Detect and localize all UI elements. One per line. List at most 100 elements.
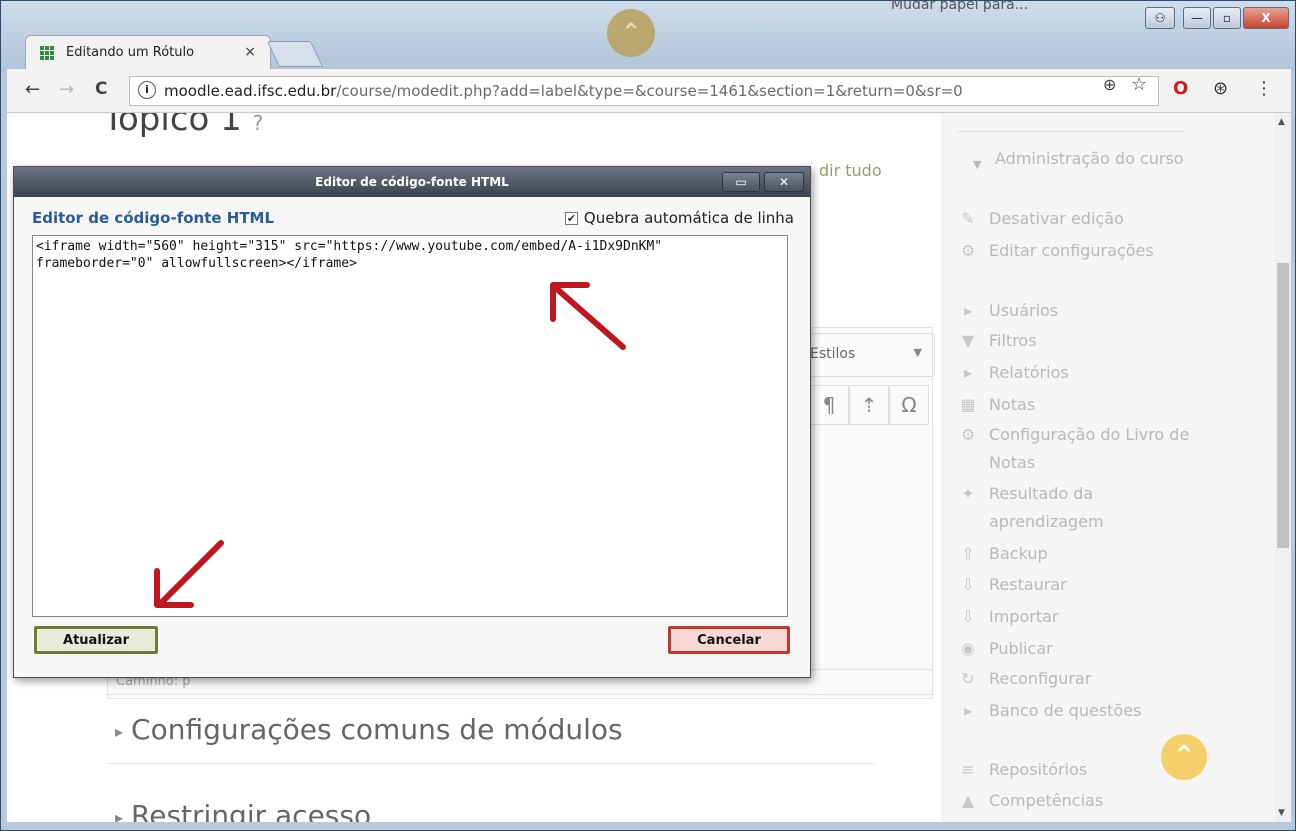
- sidebar-item-icon: ▼: [961, 331, 975, 350]
- admin-sidebar: ▼ Administração do curso ✎ Desativar ediçã…: [941, 113, 1275, 822]
- browser-titlebar: Mudar papel para... Editando um Rótulo ×…: [1, 0, 1295, 71]
- sidebar-item[interactable]: ▸ Usuários: [964, 297, 1209, 325]
- editor-toolbar-icons: ¶ ⇡ Ω: [809, 385, 929, 425]
- dialog-close-button[interactable]: ✕: [764, 172, 804, 192]
- word-wrap-toggle[interactable]: ✔ Quebra automática de linha: [564, 209, 794, 227]
- window-minimize-button[interactable]: —: [1183, 7, 1211, 29]
- sidebar-item-icon: ⚙: [960, 241, 976, 260]
- window-user-icon[interactable]: ⚇: [1145, 7, 1175, 29]
- sidebar-item-icon: ▸: [963, 701, 973, 720]
- page-scrollbar[interactable]: ▲ ▼: [1275, 113, 1291, 822]
- sidebar-item-icon: ▸: [963, 363, 973, 382]
- site-info-icon[interactable]: i: [138, 81, 156, 99]
- word-wrap-label: Quebra automática de linha: [583, 209, 794, 227]
- opera-icon[interactable]: O: [1173, 78, 1188, 99]
- sidebar-item[interactable]: ▦ Notas: [960, 391, 1209, 419]
- sidebar-item-label: Publicar: [989, 639, 1053, 658]
- dialog-heading: Editor de código-fonte HTML: [32, 209, 275, 227]
- sidebar-item-icon: ⇩: [961, 607, 975, 626]
- sidebar-item-label: Banco de questões: [989, 701, 1142, 720]
- collapse-arrow-icon: ▸: [115, 807, 124, 823]
- top-banner-partial: Mudar papel para...: [891, 0, 1029, 13]
- sidebar-item[interactable]: ⇩ Restaurar: [961, 571, 1209, 599]
- sidebar-item-icon: ◉: [961, 639, 975, 658]
- back-icon[interactable]: ←: [25, 79, 40, 100]
- sidebar-item-icon: ✦: [961, 484, 975, 503]
- annotation-arrow-update: [154, 540, 224, 608]
- styles-dropdown[interactable]: Estilos ▼: [799, 333, 935, 377]
- section-common-settings[interactable]: ▸ Configurações comuns de módulos: [115, 713, 623, 746]
- sidebar-item-label: Reconfigurar: [989, 669, 1092, 688]
- browser-toolbar: ← → C i moodle.ead.ifsc.edu.br/course/mo…: [7, 69, 1291, 113]
- dialog-titlebar: Editor de código-fonte HTML: [14, 167, 810, 197]
- styles-label: Estilos: [810, 346, 856, 362]
- update-button[interactable]: Atualizar: [34, 626, 158, 654]
- sidebar-header-course-admin[interactable]: ▼ Administração do curso: [965, 145, 1205, 173]
- scroll-to-top-button[interactable]: ⌃: [1161, 734, 1207, 780]
- sidebar-item[interactable]: ▲ Competências: [962, 787, 1209, 815]
- section-restrict-access[interactable]: ▸ Restringir acesso: [115, 799, 371, 822]
- sidebar-item-icon: ≡: [961, 760, 975, 779]
- sidebar-item-icon: ▦: [960, 395, 976, 414]
- sidebar-item[interactable]: ▸ Banco de questões: [964, 697, 1209, 725]
- sidebar-item[interactable]: ✎ Desativar edição: [961, 205, 1209, 233]
- sidebar-header-label: Administração do curso: [995, 149, 1184, 168]
- forward-icon[interactable]: →: [59, 79, 74, 100]
- cancel-button[interactable]: Cancelar: [668, 626, 790, 654]
- browser-menu-icon[interactable]: ⋮: [1255, 78, 1273, 99]
- collapse-arrow-icon: ▸: [115, 721, 124, 741]
- window-close-button[interactable]: X: [1243, 7, 1289, 29]
- sidebar-item-label: Repositórios: [989, 760, 1088, 779]
- chevron-down-icon: ▼: [973, 158, 982, 171]
- bookmark-star-icon[interactable]: ☆: [1131, 74, 1147, 95]
- annotation-arrow-code: [550, 282, 626, 350]
- sidebar-item-icon: ▲: [961, 791, 975, 810]
- tab-editando-rotulo[interactable]: Editando um Rótulo ×: [25, 35, 271, 69]
- address-bar[interactable]: i moodle.ead.ifsc.edu.br/course/modedit.…: [129, 76, 1159, 106]
- sidebar-item[interactable]: ⚙ Configuração do Livro de Notas: [961, 421, 1209, 477]
- sidebar-item[interactable]: ✦ Resultado da aprendizagem: [961, 480, 1209, 536]
- sidebar-item[interactable]: ◉ Publicar: [961, 635, 1209, 663]
- sidebar-item-label: Notas: [989, 395, 1036, 414]
- page-title: Tópico 1 ?: [103, 113, 263, 139]
- sidebar-item[interactable]: ↻ Reconfigurar: [961, 665, 1209, 693]
- sidebar-divider: [957, 131, 1183, 132]
- expand-all-link[interactable]: dir tudo: [819, 161, 882, 180]
- html-source-editor-dialog: Editor de código-fonte HTML ▭ ✕ Editor d…: [13, 166, 811, 678]
- sidebar-item[interactable]: ▸ Relatórios: [964, 359, 1209, 387]
- pilcrow-icon[interactable]: ¶: [809, 385, 849, 425]
- sidebar-item[interactable]: ▼ Filtros: [962, 327, 1209, 355]
- tab-close-icon[interactable]: ×: [244, 44, 256, 60]
- sidebar-item-label: Desativar edição: [989, 209, 1124, 228]
- new-tab-button[interactable]: [266, 41, 324, 67]
- sidebar-item[interactable]: ⇩ Importar: [961, 603, 1209, 631]
- sidebar-item-label: Editar configurações: [989, 241, 1154, 260]
- upload-icon[interactable]: ⇡: [849, 385, 889, 425]
- browser-window: Mudar papel para... Editando um Rótulo ×…: [0, 0, 1296, 831]
- sidebar-item[interactable]: ⚙ Editar configurações: [961, 237, 1209, 265]
- word-wrap-checkbox[interactable]: ✔: [564, 211, 578, 225]
- moodle-favicon-icon: [40, 46, 54, 60]
- url-host: moodle.ead.ifsc.edu.br: [164, 82, 337, 100]
- scroll-down-icon[interactable]: ▼: [1278, 808, 1285, 818]
- scroll-top-icon-bg: ⌃: [607, 9, 655, 57]
- url-path: /course/modedit.php?add=label&type=&cour…: [336, 82, 963, 100]
- sidebar-item-label: Configuração do Livro de Notas: [989, 425, 1190, 472]
- page-title-text: Tópico 1: [103, 113, 242, 139]
- omega-icon[interactable]: Ω: [889, 385, 929, 425]
- sidebar-item-label: Filtros: [989, 331, 1037, 350]
- sidebar-item-label: Competências: [989, 791, 1104, 810]
- window-controls: ⚇ — ▫ X: [1145, 7, 1289, 29]
- window-maximize-button[interactable]: ▫: [1213, 7, 1241, 29]
- scrollbar-thumb[interactable]: [1277, 263, 1289, 548]
- reload-icon[interactable]: C: [95, 79, 107, 99]
- scroll-up-icon[interactable]: ▲: [1278, 117, 1285, 127]
- extension-icon[interactable]: ⊛: [1213, 78, 1228, 99]
- dialog-maximize-button[interactable]: ▭: [722, 172, 760, 192]
- zoom-icon[interactable]: ⊕: [1103, 75, 1116, 94]
- help-icon[interactable]: ?: [253, 113, 264, 135]
- sidebar-item[interactable]: ⇧ Backup: [961, 540, 1209, 568]
- chevron-down-icon: ▼: [913, 346, 922, 359]
- sidebar-item-label: Importar: [989, 607, 1059, 626]
- sidebar-item-icon: ⚙: [960, 425, 976, 444]
